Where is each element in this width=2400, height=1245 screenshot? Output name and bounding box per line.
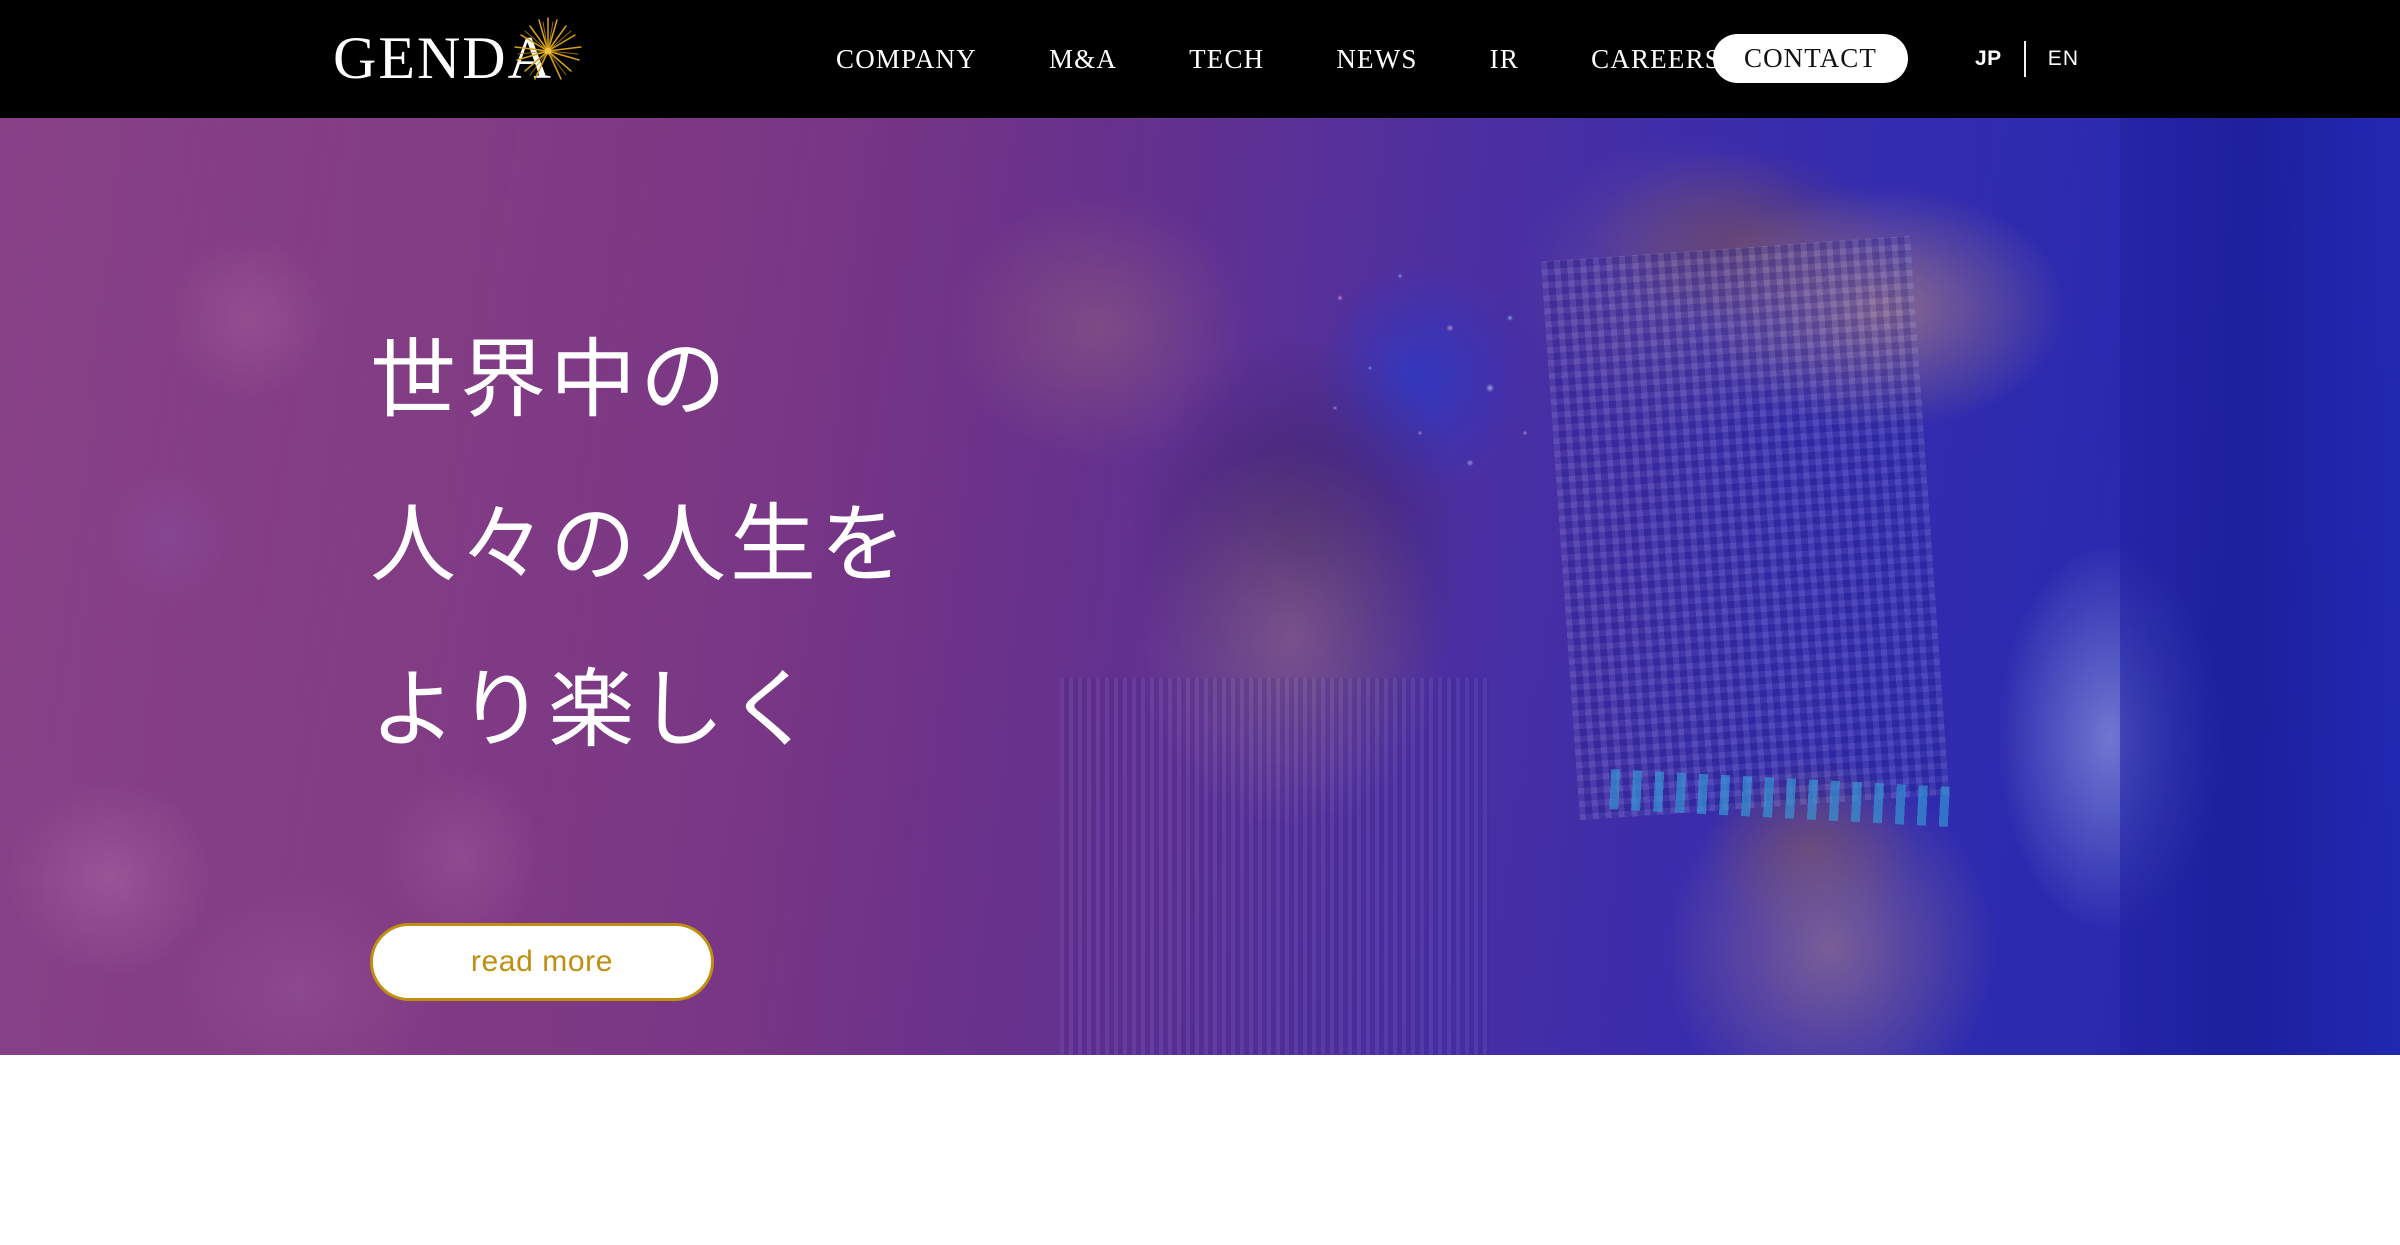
hero-headline-line-2: 人々の人生を	[370, 497, 910, 593]
read-more-label: read more	[470, 945, 614, 978]
contact-button-label: CONTACT	[1743, 43, 1878, 73]
lang-divider	[2023, 41, 2026, 77]
page-root: GENDA COMPANY M&A TECH NEWS IR CAREERS C…	[0, 0, 2400, 1245]
lang-option-en[interactable]: EN	[2048, 47, 2080, 71]
language-switcher: JP EN	[1975, 40, 2079, 78]
contact-button[interactable]: CONTACT	[1713, 34, 1908, 83]
hero-duotone-highlight	[0, 118, 2400, 1055]
site-logo[interactable]: GENDA	[333, 17, 582, 98]
read-more-button[interactable]: read more	[370, 923, 714, 1001]
logo-wordmark: GENDA	[333, 25, 553, 91]
nav-item-news[interactable]: NEWS	[1300, 45, 1453, 73]
below-fold-section	[0, 1055, 2400, 1245]
site-header: GENDA COMPANY M&A TECH NEWS IR CAREERS C…	[0, 0, 2400, 118]
nav-item-ir[interactable]: IR	[1454, 45, 1555, 73]
lang-option-jp[interactable]: JP	[1975, 47, 2002, 71]
nav-item-company[interactable]: COMPANY	[800, 45, 1013, 73]
main-navigation: COMPANY M&A TECH NEWS IR CAREERS	[800, 0, 1757, 118]
hero-section: 世界中の 人々の人生を より楽しく read more	[0, 118, 2400, 1055]
nav-item-ma[interactable]: M&A	[1013, 45, 1153, 73]
nav-item-tech[interactable]: TECH	[1153, 45, 1300, 73]
hero-headline-line-3: より楽しく	[370, 662, 819, 758]
hero-headline-line-1: 世界中の	[370, 332, 730, 428]
hero-headline: 世界中の 人々の人生を より楽しく	[370, 298, 910, 793]
